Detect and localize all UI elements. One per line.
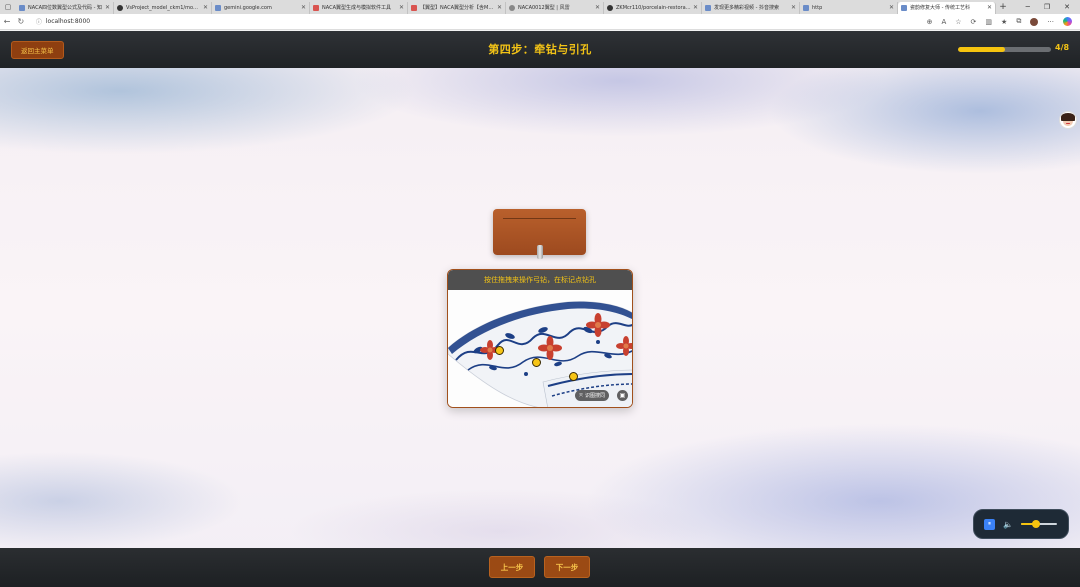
tab-close-icon[interactable]: ✕ (105, 4, 110, 11)
drill-bit[interactable] (537, 245, 543, 259)
browser-tab[interactable]: 发现更多精彩视频 - 抖音搜索 ✕ (702, 1, 800, 14)
tab-favicon-icon (509, 4, 515, 11)
favorite-star-icon[interactable]: ☆ (955, 18, 961, 26)
split-screen-icon[interactable]: ▥ (985, 18, 992, 26)
pause-button[interactable]: ⏸ (984, 518, 995, 530)
tab-close-icon[interactable]: ✕ (595, 4, 600, 11)
user-avatar[interactable] (1059, 111, 1077, 129)
tab-close-icon[interactable]: ✕ (791, 4, 796, 11)
tab-title: 发现更多精彩视频 - 抖音搜索 (714, 5, 779, 11)
browser-tab[interactable]: NACA四位数翼型公式及代码 - 知 ✕ (16, 1, 114, 14)
avatar-face-icon (1061, 112, 1075, 126)
favorites-icon[interactable]: ★ (1001, 18, 1007, 26)
browser-tab[interactable]: NACA0012翼型 | 风雷 ✕ (506, 1, 604, 14)
app-viewport: 返回主菜单 第四步：牵钻与引孔 4/8 按住拖拽来操作弓钻，在标记点钻孔 ⤧ 识… (0, 31, 1080, 587)
volume-slider[interactable] (1020, 520, 1057, 528)
browser-tab[interactable]: gemini.google.com ✕ (212, 1, 310, 14)
browser-tab[interactable]: NACA翼型生成与模拟软件工具 ✕ (310, 1, 408, 14)
url-field[interactable]: ⓘ localhost:8000 (32, 16, 927, 28)
tab-title: 【翼型】NACA翼型分析【含Ma... (420, 5, 495, 11)
close-window-icon[interactable]: ✕ (1064, 3, 1070, 11)
new-tab-button[interactable]: + (996, 2, 1010, 12)
reload-icon[interactable]: ↻ (14, 17, 28, 26)
image-search-label: 识图搜同 (585, 393, 606, 399)
prev-step-button[interactable]: 上一步 (489, 556, 535, 578)
tab-close-icon[interactable]: ✕ (987, 4, 992, 11)
browser-tab[interactable]: http ✕ (800, 1, 898, 14)
zoom-icon[interactable]: ⊕ (927, 18, 933, 26)
browser-tab[interactable]: VsProject_model_ckm1/model... ✕ (114, 1, 212, 14)
browser-tab[interactable]: 瓷韵修复大师 - 传统工艺科 ✕ (898, 1, 996, 14)
drill-hint: 按住拖拽来操作弓钻，在标记点钻孔 (448, 270, 632, 290)
top-bar: 返回主菜单 第四步：牵钻与引孔 4/8 (0, 31, 1080, 68)
porcelain-bowl-image (448, 270, 632, 407)
porcelain-work-area[interactable]: 按住拖拽来操作弓钻，在标记点钻孔 ⤧ 识图搜同 ▣ (447, 269, 633, 408)
more-menu-icon[interactable]: ··· (1047, 18, 1054, 26)
tab-title: NACA翼型生成与模拟软件工具 (322, 5, 391, 11)
tab-favicon-icon (411, 4, 417, 11)
tab-favicon-icon (803, 4, 809, 11)
tab-close-icon[interactable]: ✕ (399, 4, 404, 11)
tab-close-icon[interactable]: ✕ (497, 4, 502, 11)
tab-title: gemini.google.com (224, 4, 272, 11)
drill-marker-2[interactable] (532, 358, 541, 367)
tab-title: NACA0012翼型 | 风雷 (518, 5, 570, 11)
browser-tab-strip: ▢ NACA四位数翼型公式及代码 - 知 ✕ VsProject_model_ckm… (0, 0, 1080, 14)
bottom-bar: 上一步 下一步 (0, 548, 1080, 587)
tab-favicon-icon (607, 4, 613, 11)
tab-favicon-icon (705, 4, 711, 11)
image-tool-icon[interactable]: ▣ (617, 390, 628, 401)
drill-marker-1[interactable] (495, 346, 504, 355)
tab-title: ZKMcr110/porcelain-restoratio (616, 4, 691, 11)
volume-thumb[interactable] (1032, 520, 1041, 528)
tab-favicon-icon (901, 4, 907, 11)
tab-list: NACA四位数翼型公式及代码 - 知 ✕ VsProject_model_ckm1/… (16, 1, 996, 14)
tab-title: NACA四位数翼型公式及代码 - 知 (28, 5, 102, 11)
profile-avatar-icon[interactable] (1030, 17, 1039, 26)
step-title: 第四步：牵钻与引孔 (488, 43, 592, 56)
drill-marker-3[interactable] (569, 372, 578, 381)
tab-favicon-icon (215, 4, 221, 11)
tab-title: 瓷韵修复大师 - 传统工艺科 (910, 5, 970, 11)
progress-fill (958, 47, 1005, 52)
workspaces-icon[interactable]: ▢ (0, 0, 16, 14)
image-search-icon: ⤧ (579, 392, 584, 399)
back-icon[interactable]: ← (0, 17, 14, 26)
tab-close-icon[interactable]: ✕ (889, 4, 894, 11)
collections-icon[interactable]: ⧉ (1016, 17, 1021, 26)
extensions-icon[interactable]: ⟳ (971, 18, 977, 26)
browser-tab[interactable]: ZKMcr110/porcelain-restoratio ✕ (604, 1, 702, 14)
tab-close-icon[interactable]: ✕ (301, 4, 306, 11)
url-text: localhost:8000 (45, 18, 91, 25)
tab-title: VsProject_model_ckm1/model... (126, 4, 201, 11)
browser-toolbar-icons: ⊕ A ☆ ⟳ ▥ ★ ⧉ ··· (927, 17, 1080, 26)
tab-favicon-icon (19, 4, 25, 11)
progress-bar (958, 47, 1051, 52)
tab-close-icon[interactable]: ✕ (203, 4, 208, 11)
next-step-button[interactable]: 下一步 (544, 556, 590, 578)
read-aloud-icon[interactable]: A (941, 18, 946, 26)
volume-icon[interactable]: 🔈 (1003, 520, 1013, 529)
music-player: ⏸ 🔈 (973, 509, 1069, 539)
tab-favicon-icon (117, 4, 123, 11)
address-bar: ← ↻ ⓘ localhost:8000 ⊕ A ☆ ⟳ ▥ ★ ⧉ ··· (0, 14, 1080, 30)
copilot-icon[interactable] (1063, 17, 1073, 26)
tab-favicon-icon (313, 4, 319, 11)
browser-tab[interactable]: 【翼型】NACA翼型分析【含Ma... ✕ (408, 1, 506, 14)
restore-icon[interactable]: ❐ (1044, 3, 1050, 11)
site-info-icon[interactable]: ⓘ (36, 17, 42, 26)
window-controls: ─ ❐ ✕ (1026, 3, 1080, 11)
tab-close-icon[interactable]: ✕ (693, 4, 698, 11)
tab-title: http (812, 4, 823, 11)
image-search-button[interactable]: ⤧ 识图搜同 (575, 390, 610, 401)
progress-text: 4/8 (1055, 43, 1070, 52)
minimize-icon[interactable]: ─ (1026, 3, 1030, 11)
